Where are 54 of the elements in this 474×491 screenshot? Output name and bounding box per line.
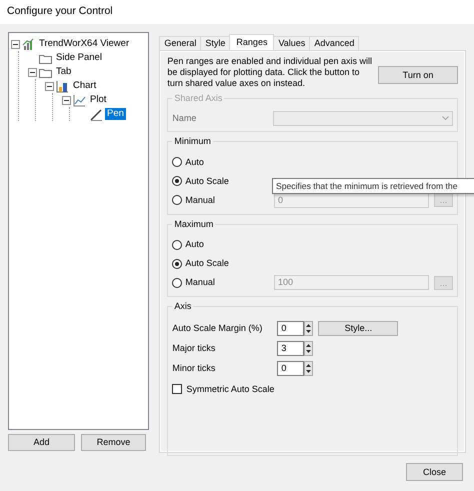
tab[interactable]: Advanced bbox=[309, 36, 360, 50]
tab[interactable]: Ranges bbox=[229, 34, 274, 50]
group-title: Maximum bbox=[172, 218, 216, 230]
spin-button[interactable] bbox=[304, 320, 314, 336]
close-button[interactable]: Close bbox=[406, 463, 463, 481]
tooltip: Specifies that the minimum is retrieved from the bbox=[272, 178, 474, 194]
group-title: Minimum bbox=[172, 136, 213, 147]
number-field[interactable]: 3 bbox=[277, 340, 304, 356]
name-label: Name bbox=[172, 112, 196, 124]
radio-circle[interactable] bbox=[172, 157, 182, 168]
field-label: Auto Scale Margin (%) bbox=[172, 322, 264, 334]
tree-item[interactable]: Pen bbox=[105, 108, 126, 120]
window-title: Configure your Control bbox=[0, 0, 474, 24]
add-button[interactable]: Add bbox=[8, 434, 75, 451]
field-label: Major ticks bbox=[172, 342, 216, 354]
group-title: Shared Axis bbox=[172, 93, 224, 104]
number-field[interactable]: 0 bbox=[277, 320, 304, 336]
radio-circle[interactable] bbox=[172, 195, 182, 206]
tab[interactable]: General bbox=[159, 36, 202, 50]
spin-button[interactable] bbox=[304, 360, 314, 376]
chart-icon bbox=[22, 38, 35, 50]
collapse-icon[interactable] bbox=[11, 40, 20, 48]
group-title: Axis bbox=[172, 301, 194, 312]
description-text: Pen ranges are enabled and individual pen axis will be displayed for plotting data. Click the button to turn shared value axes on instead. bbox=[167, 56, 372, 89]
radio-circle[interactable] bbox=[172, 258, 182, 269]
line-chart-icon bbox=[73, 94, 86, 106]
pen-icon bbox=[90, 108, 103, 120]
style-button[interactable]: Style... bbox=[318, 320, 398, 336]
field-label: Minor ticks bbox=[172, 362, 216, 374]
tree-item[interactable]: Tab bbox=[54, 66, 74, 78]
tree-item[interactable]: Side Panel bbox=[54, 52, 104, 64]
radio-option[interactable]: Auto bbox=[172, 235, 204, 254]
radio-option[interactable]: Auto bbox=[172, 152, 204, 172]
collapse-icon[interactable] bbox=[45, 82, 54, 90]
collapse-icon[interactable] bbox=[28, 68, 37, 76]
tab[interactable]: Style bbox=[200, 36, 230, 50]
chevron-down-icon bbox=[442, 116, 449, 120]
symmetric-checkbox[interactable]: Symmetric Auto Scale bbox=[172, 378, 453, 400]
radio-circle[interactable] bbox=[172, 240, 182, 250]
bar-chart-icon bbox=[56, 80, 69, 92]
tree-item[interactable]: TrendWorX64 Viewer bbox=[37, 38, 132, 50]
number-field[interactable]: 0 bbox=[277, 360, 304, 376]
radio-option[interactable]: Manual bbox=[172, 190, 215, 210]
radio-option[interactable]: Auto Scale bbox=[172, 254, 229, 274]
collapse-icon[interactable] bbox=[62, 96, 71, 104]
radio-circle[interactable] bbox=[172, 176, 182, 186]
tree-item[interactable]: Chart bbox=[71, 80, 98, 92]
tree-item[interactable]: Plot bbox=[88, 94, 108, 106]
spin-button[interactable] bbox=[304, 340, 314, 356]
radio-option[interactable]: Auto Scale bbox=[172, 172, 229, 191]
turn-on-button[interactable]: Turn on bbox=[378, 66, 458, 84]
radio-circle[interactable] bbox=[172, 278, 182, 288]
remove-button[interactable]: Remove bbox=[81, 434, 146, 451]
radio-option[interactable]: Manual bbox=[172, 273, 215, 292]
